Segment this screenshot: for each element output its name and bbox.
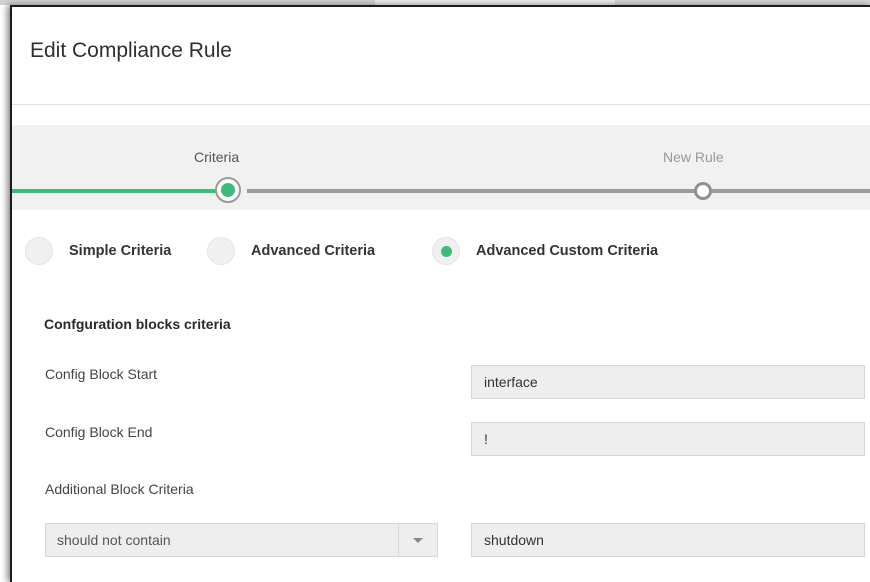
select-divider (398, 524, 399, 556)
stepper-remaining-track (247, 189, 870, 193)
config-block-start-label: Config Block Start (45, 366, 158, 382)
radio-button[interactable] (207, 237, 235, 265)
radio-label: Advanced Custom Criteria (476, 243, 659, 259)
condition-select-value: should not contain (57, 532, 171, 548)
step-active-dot (221, 183, 235, 197)
radio-label: Simple Criteria (69, 243, 172, 259)
radio-advanced-criteria[interactable]: Advanced Criteria (207, 235, 375, 267)
additional-block-criteria-label: Additional Block Criteria (45, 481, 194, 497)
radio-checked-dot (441, 246, 452, 257)
chevron-down-icon[interactable] (413, 538, 423, 543)
radio-label: Advanced Criteria (251, 243, 376, 259)
config-block-end-label: Config Block End (45, 424, 153, 440)
wizard-stepper: Criteria New Rule (12, 125, 870, 210)
dialog-header: Edit Compliance Rule (12, 7, 870, 105)
step-criteria-label[interactable]: Criteria (194, 149, 239, 165)
step-new-rule-node[interactable] (694, 182, 712, 200)
additional-criteria-value-input[interactable] (471, 523, 865, 557)
step-new-rule-label[interactable]: New Rule (663, 149, 724, 165)
stepper-progress-track (12, 189, 217, 193)
step-criteria-node[interactable] (215, 177, 241, 203)
config-block-start-input[interactable] (471, 365, 865, 399)
radio-simple-criteria[interactable]: Simple Criteria (25, 235, 171, 267)
section-title: Confguration blocks criteria (44, 316, 231, 332)
criteria-type-radio-group: Simple Criteria Advanced Criteria Advanc… (12, 235, 870, 267)
config-block-end-input[interactable] (471, 422, 865, 456)
radio-button[interactable] (25, 237, 53, 265)
edit-compliance-rule-dialog: Edit Compliance Rule Criteria New Rule S… (10, 5, 870, 582)
dialog-title: Edit Compliance Rule (30, 39, 232, 62)
radio-advanced-custom-criteria[interactable]: Advanced Custom Criteria (432, 235, 658, 267)
condition-select[interactable]: should not contain (45, 523, 438, 557)
radio-button-checked[interactable] (432, 237, 460, 265)
